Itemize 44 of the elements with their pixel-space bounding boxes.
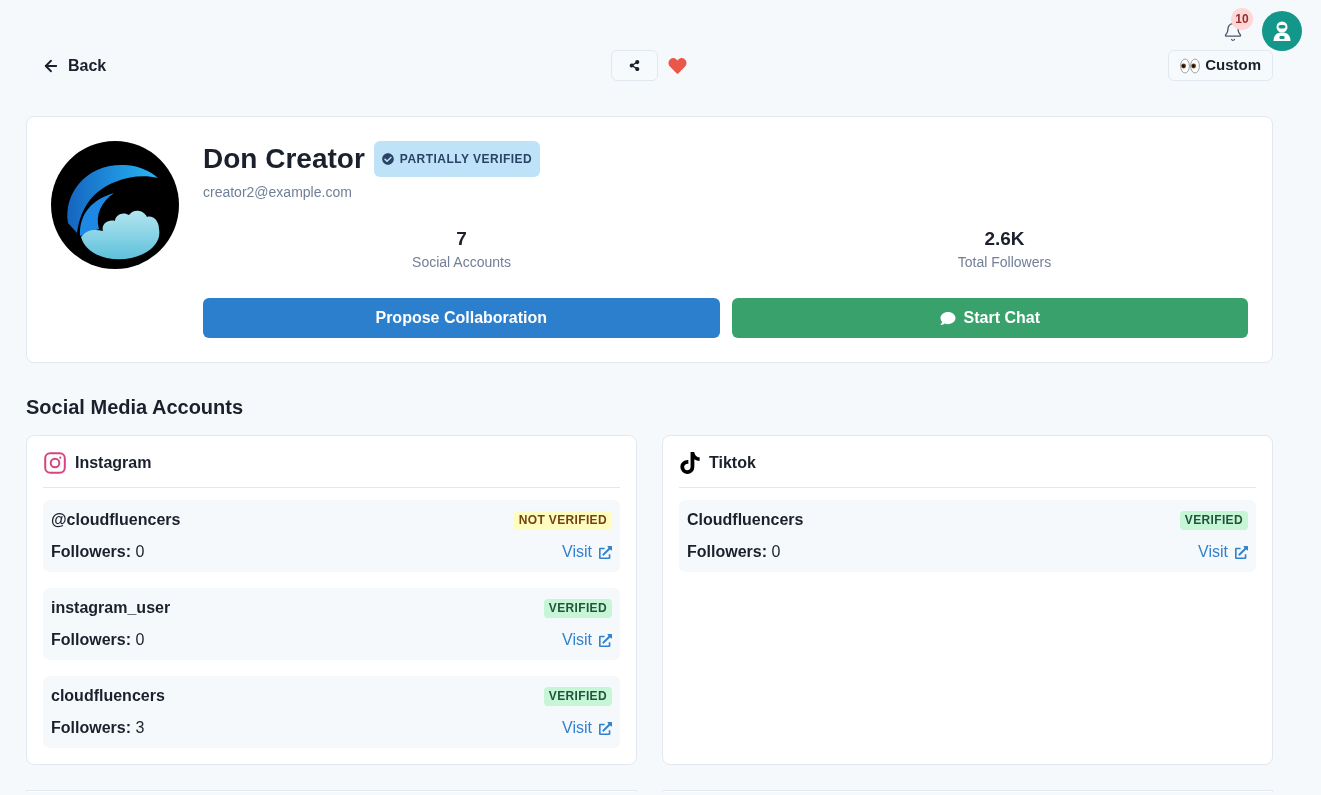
tiktok-icon xyxy=(680,452,700,474)
followers-count: Followers: 0 xyxy=(51,630,145,650)
stat-label: Social Accounts xyxy=(412,253,511,272)
external-link-icon xyxy=(599,545,612,559)
notification-count: 10 xyxy=(1231,8,1253,30)
visit-link[interactable]: Visit xyxy=(562,628,612,652)
user-avatar-icon[interactable] xyxy=(1262,11,1302,51)
account-handle: Cloudfluencers xyxy=(687,510,804,530)
eyes-icon xyxy=(1180,57,1201,74)
account-handle: cloudfluencers xyxy=(51,686,165,706)
start-chat-button[interactable]: Start Chat xyxy=(731,298,1248,338)
status-badge: VERIFIED xyxy=(543,686,612,706)
followers-count: Followers: 0 xyxy=(687,542,781,562)
platform-name: Tiktok xyxy=(709,453,756,473)
chat-bubble-icon xyxy=(939,310,956,326)
stat-label: Total Followers xyxy=(957,253,1052,272)
platform-name: Instagram xyxy=(75,453,152,473)
external-link-icon xyxy=(599,721,612,735)
account-handle: instagram_user xyxy=(51,598,171,618)
account-handle: @cloudfluencers xyxy=(51,510,181,530)
followers-count: Followers: 0 xyxy=(51,542,145,562)
notification-bell-icon[interactable] xyxy=(1223,22,1243,42)
verification-badge: PARTIALLY VERIFIED xyxy=(373,141,541,177)
profile-name: Don Creator xyxy=(203,142,365,176)
profile-email: creator2@example.com xyxy=(203,183,352,202)
custom-view-button[interactable]: Custom xyxy=(1168,50,1273,81)
status-badge: VERIFIED xyxy=(543,598,612,618)
followers-count: Followers: 3 xyxy=(51,718,145,738)
external-link-icon xyxy=(1235,545,1248,559)
status-badge: NOT VERIFIED xyxy=(513,510,612,530)
external-link-icon xyxy=(599,633,612,647)
stat-value: 2.6K xyxy=(984,227,1025,251)
propose-collaboration-button[interactable]: Propose Collaboration xyxy=(203,298,720,338)
section-heading: Social Media Accounts xyxy=(26,395,244,419)
visit-link[interactable]: Visit xyxy=(1198,540,1248,564)
visit-link[interactable]: Visit xyxy=(562,540,612,564)
back-button[interactable]: Back xyxy=(42,53,107,78)
share-button[interactable] xyxy=(611,50,659,81)
heart-icon[interactable] xyxy=(668,56,688,75)
share-icon xyxy=(629,60,641,71)
visit-link[interactable]: Visit xyxy=(562,716,612,740)
instagram-icon xyxy=(44,452,66,474)
status-badge: VERIFIED xyxy=(1179,510,1248,530)
stat-value: 7 xyxy=(456,227,467,251)
